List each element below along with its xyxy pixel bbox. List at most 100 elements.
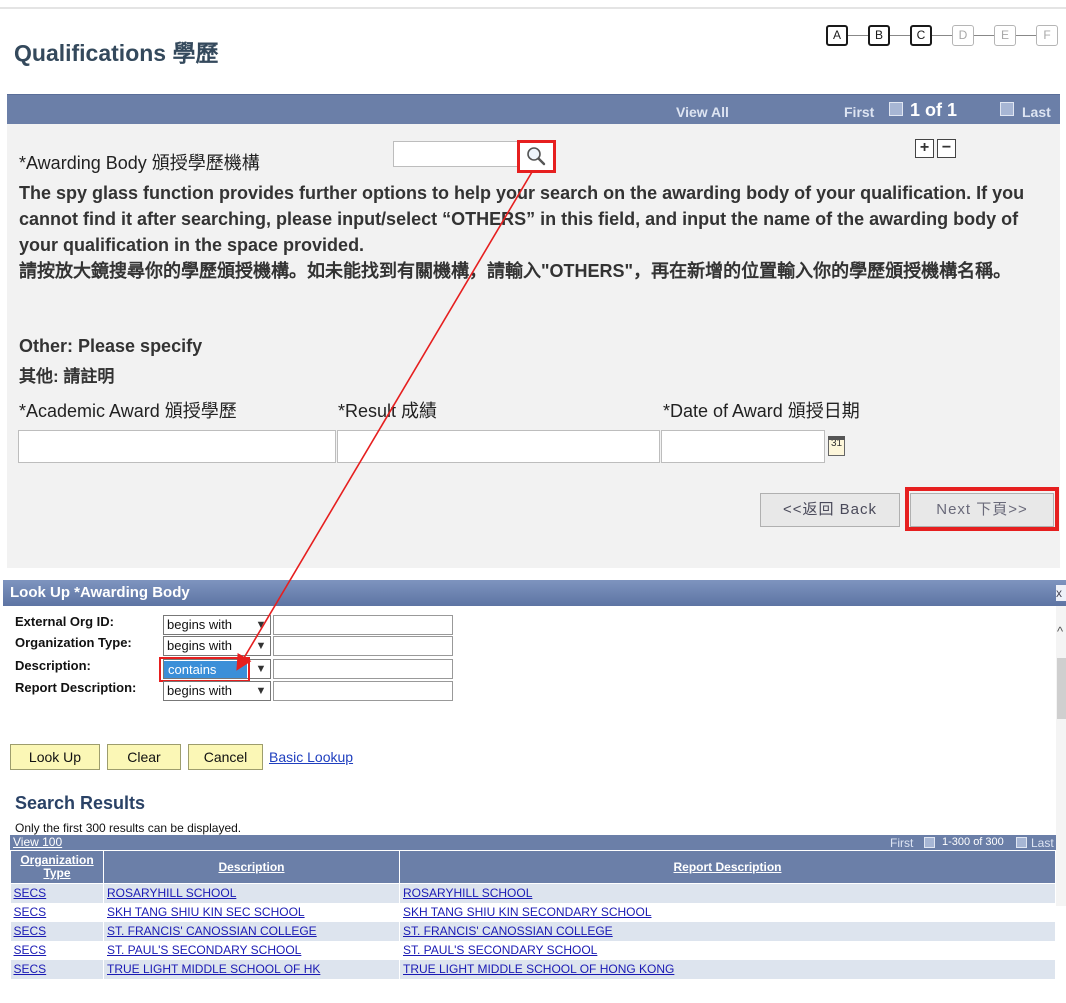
first-label: First: [844, 104, 875, 120]
form-area: *Awarding Body 頒授學歷機構 + − The spy glass …: [7, 124, 1060, 568]
operator-value: begins with: [167, 638, 233, 653]
step-connector: [890, 35, 910, 36]
calendar-icon[interactable]: 31: [828, 436, 845, 456]
external-org-id-input[interactable]: [273, 615, 453, 635]
scrollbar[interactable]: [1056, 606, 1066, 906]
results-prev-icon[interactable]: [924, 837, 935, 848]
back-button[interactable]: <<返回 Back: [760, 493, 900, 527]
last-label: Last: [1022, 104, 1051, 120]
basic-lookup-link[interactable]: Basic Lookup: [269, 749, 353, 765]
cell-description[interactable]: TRUE LIGHT MIDDLE SCHOOL OF HK: [103, 959, 400, 979]
clear-button[interactable]: Clear: [107, 744, 181, 770]
report-description-input[interactable]: [273, 681, 453, 701]
help-text-zh: 請按放大鏡搜尋你的學歷頒授機構。如未能找到有關機構，請輸入"OTHERS"，再在…: [19, 261, 1012, 281]
magnifier-icon: [527, 147, 546, 166]
academic-award-input[interactable]: [18, 430, 336, 463]
step-indicator: A B C D E F: [826, 25, 1062, 47]
page: Qualifications 學歷 A B C D E F View All F…: [0, 0, 1066, 1003]
organization-type-operator[interactable]: begins with ▼: [163, 636, 271, 656]
step-connector: [848, 35, 868, 36]
table-row[interactable]: SECS ROSARYHILL SCHOOL ROSARYHILL SCHOOL: [10, 883, 1056, 903]
step-d: D: [952, 25, 974, 46]
date-of-award-input[interactable]: [661, 430, 825, 463]
cell-org-type[interactable]: SECS: [10, 883, 104, 903]
column-organization-type[interactable]: Organization Type: [10, 850, 104, 884]
organization-type-input[interactable]: [273, 636, 453, 656]
results-note: Only the first 300 results can be displa…: [15, 821, 242, 835]
operator-value: begins with: [167, 683, 233, 698]
cell-report-description[interactable]: SKH TANG SHIU KIN SECONDARY SCHOOL: [399, 902, 1056, 922]
lookup-button[interactable]: [517, 140, 556, 173]
report-description-operator[interactable]: begins with ▼: [163, 681, 271, 701]
results-count: 1-300 of 300: [942, 836, 1004, 848]
step-e: E: [994, 25, 1016, 46]
cell-report-description[interactable]: ST. PAUL'S SECONDARY SCHOOL: [399, 940, 1056, 960]
results-first-label: First: [890, 836, 914, 850]
cell-report-description[interactable]: ST. FRANCIS' CANOSSIAN COLLEGE: [399, 921, 1056, 941]
results-table: Organization Type Description Report Des…: [10, 850, 1056, 979]
cell-org-type[interactable]: SECS: [10, 940, 104, 960]
view-all-link[interactable]: View All: [676, 104, 729, 120]
date-of-award-label: *Date of Award 頒授日期: [663, 401, 860, 421]
scrollbar-thumb[interactable]: [1057, 658, 1066, 719]
results-next-icon[interactable]: [1016, 837, 1027, 848]
delete-row-button[interactable]: −: [937, 139, 956, 158]
view-100-link[interactable]: View 100: [13, 835, 62, 849]
cell-report-description[interactable]: ROSARYHILL SCHOOL: [399, 883, 1056, 903]
scroll-up-icon[interactable]: ^: [1057, 624, 1063, 639]
results-last-label: Last: [1031, 836, 1054, 850]
row-count: 1 of 1: [910, 100, 958, 120]
cancel-button[interactable]: Cancel: [188, 744, 263, 770]
dialog-title: Look Up *Awarding Body: [10, 584, 190, 601]
top-divider: [0, 7, 1066, 9]
step-a[interactable]: A: [826, 25, 848, 46]
description-label: Description:: [15, 658, 91, 673]
awarding-body-input[interactable]: [393, 141, 519, 167]
step-connector: [974, 35, 994, 36]
table-row[interactable]: SECS TRUE LIGHT MIDDLE SCHOOL OF HK TRUE…: [10, 959, 1056, 979]
column-report-description[interactable]: Report Description: [399, 850, 1056, 884]
step-b[interactable]: B: [868, 25, 890, 46]
help-text: The spy glass function provides further …: [19, 180, 1049, 284]
chevron-down-icon: ▼: [255, 685, 267, 697]
table-row[interactable]: SECS ST. FRANCIS' CANOSSIAN COLLEGE ST. …: [10, 921, 1056, 941]
cell-description[interactable]: ST. FRANCIS' CANOSSIAN COLLEGE: [103, 921, 400, 941]
next-button[interactable]: Next 下頁>>: [910, 493, 1054, 527]
prev-arrow-icon[interactable]: [889, 102, 903, 116]
operator-value: begins with: [167, 617, 233, 632]
external-org-id-label: External Org ID:: [15, 614, 114, 629]
description-input[interactable]: [273, 659, 453, 679]
other-specify-label-zh: 其他: 請註明: [19, 367, 115, 386]
cell-org-type[interactable]: SECS: [10, 959, 104, 979]
step-f: F: [1036, 25, 1058, 46]
column-description[interactable]: Description: [103, 850, 400, 884]
result-label: *Result 成績: [338, 401, 438, 421]
awarding-body-label: *Awarding Body 頒授學歷機構: [19, 153, 260, 173]
results-header-row: Organization Type Description Report Des…: [10, 850, 1056, 884]
cell-report-description[interactable]: TRUE LIGHT MIDDLE SCHOOL OF HONG KONG: [399, 959, 1056, 979]
cell-description[interactable]: SKH TANG SHIU KIN SEC SCHOOL: [103, 902, 400, 922]
description-highlight-box: [159, 657, 250, 682]
other-specify-label: Other: Please specify: [19, 336, 203, 356]
cell-description[interactable]: ST. PAUL'S SECONDARY SCHOOL: [103, 940, 400, 960]
cell-org-type[interactable]: SECS: [10, 921, 104, 941]
lookup-dialog: Look Up *Awarding Body x ^ External Org …: [3, 580, 1066, 1003]
academic-award-label: *Academic Award 頒授學歷: [19, 401, 237, 421]
result-input[interactable]: [337, 430, 660, 463]
look-up-button[interactable]: Look Up: [10, 744, 100, 770]
chevron-down-icon: ▼: [255, 619, 267, 631]
cell-description[interactable]: ROSARYHILL SCHOOL: [103, 883, 400, 903]
chevron-down-icon: ▼: [255, 640, 267, 652]
cell-org-type[interactable]: SECS: [10, 902, 104, 922]
table-row[interactable]: SECS SKH TANG SHIU KIN SEC SCHOOL SKH TA…: [10, 902, 1056, 922]
close-icon[interactable]: x: [1056, 585, 1066, 601]
table-row[interactable]: SECS ST. PAUL'S SECONDARY SCHOOL ST. PAU…: [10, 940, 1056, 960]
help-text-en: The spy glass function provides further …: [19, 183, 1025, 255]
dialog-title-bar: Look Up *Awarding Body x: [3, 580, 1066, 606]
grid-nav-bar: View All First 1 of 1 Last: [7, 94, 1060, 124]
report-description-label: Report Description:: [15, 680, 137, 695]
next-arrow-icon[interactable]: [1000, 102, 1014, 116]
add-row-button[interactable]: +: [915, 139, 934, 158]
external-org-id-operator[interactable]: begins with ▼: [163, 615, 271, 635]
step-c[interactable]: C: [910, 25, 932, 46]
